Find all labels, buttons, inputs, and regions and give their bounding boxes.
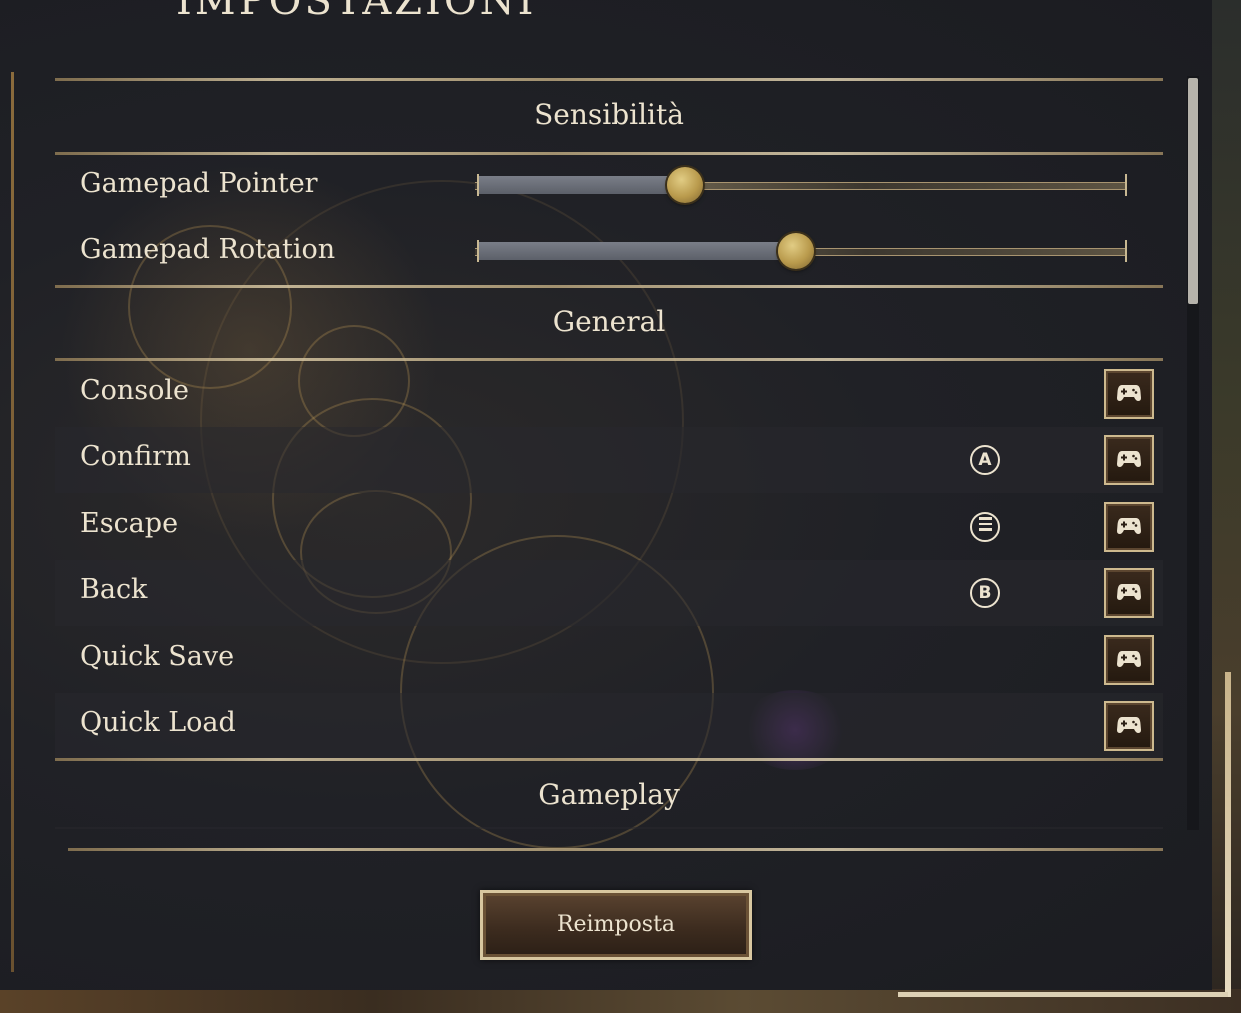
settings-scroll-area: Sensibilità Gamepad Pointer Gamepad Rota… (0, 0, 1212, 990)
section-title-general: General (552, 305, 666, 338)
section-divider (55, 78, 1163, 81)
gamepad-icon (1117, 584, 1141, 600)
panel-right-border (1225, 672, 1231, 997)
gamepad-pointer-slider[interactable] (475, 167, 1135, 203)
gamepad-a-button-icon: A (970, 445, 1000, 475)
binding-label: Quick Save (80, 641, 235, 672)
slider-thumb[interactable] (778, 233, 814, 269)
settings-scrollbar[interactable] (1187, 76, 1199, 830)
section-divider (55, 285, 1163, 288)
rebind-confirm-button[interactable] (1104, 435, 1154, 485)
slider-thumb[interactable] (667, 167, 703, 203)
footer-divider (68, 848, 1163, 851)
binding-row-console: Console (55, 361, 1163, 427)
gamepad-b-button-icon: B (970, 578, 1000, 608)
binding-row-escape: Escape (55, 494, 1163, 560)
rebind-quick-load-button[interactable] (1104, 701, 1154, 751)
gamepad-icon (1117, 651, 1141, 667)
gamepad-rotation-slider[interactable] (475, 233, 1135, 269)
slider-max-tick (1125, 174, 1127, 196)
rebind-back-button[interactable] (1104, 568, 1154, 618)
binding-row-quick-save: Quick Save (55, 627, 1163, 693)
slider-min-tick (477, 174, 479, 196)
panel-bottom-border (898, 992, 1228, 997)
slider-row-gamepad-rotation: Gamepad Rotation (55, 220, 1163, 286)
gamepad-icon (1117, 385, 1141, 401)
scrollbar-thumb[interactable] (1188, 78, 1198, 304)
binding-row-confirm: Confirm A (55, 427, 1163, 493)
slider-fill (477, 176, 685, 194)
section-title-sensitivity: Sensibilità (534, 98, 684, 131)
binding-row-quick-load: Quick Load (55, 693, 1163, 759)
binding-label: Quick Load (80, 707, 236, 738)
gameplay-row-partial (55, 827, 1163, 829)
rebind-quick-save-button[interactable] (1104, 635, 1154, 685)
section-title-gameplay: Gameplay (538, 778, 680, 811)
slider-label: Gamepad Rotation (80, 234, 336, 265)
rebind-console-button[interactable] (1104, 369, 1154, 419)
reset-button[interactable]: Reimposta (480, 890, 752, 960)
gamepad-icon (1117, 451, 1141, 467)
slider-fill (477, 242, 796, 260)
section-divider (55, 758, 1163, 761)
gamepad-icon (1117, 717, 1141, 733)
binding-row-back: Back B (55, 560, 1163, 626)
slider-max-tick (1125, 240, 1127, 262)
slider-label: Gamepad Pointer (80, 168, 318, 199)
binding-label: Console (80, 375, 190, 406)
gamepad-menu-button-icon (970, 512, 1000, 542)
slider-row-gamepad-pointer: Gamepad Pointer (55, 154, 1163, 220)
binding-label: Back (80, 574, 148, 605)
gamepad-icon (1117, 518, 1141, 534)
slider-min-tick (477, 240, 479, 262)
binding-label: Escape (80, 508, 179, 539)
binding-label: Confirm (80, 441, 191, 472)
rebind-escape-button[interactable] (1104, 502, 1154, 552)
